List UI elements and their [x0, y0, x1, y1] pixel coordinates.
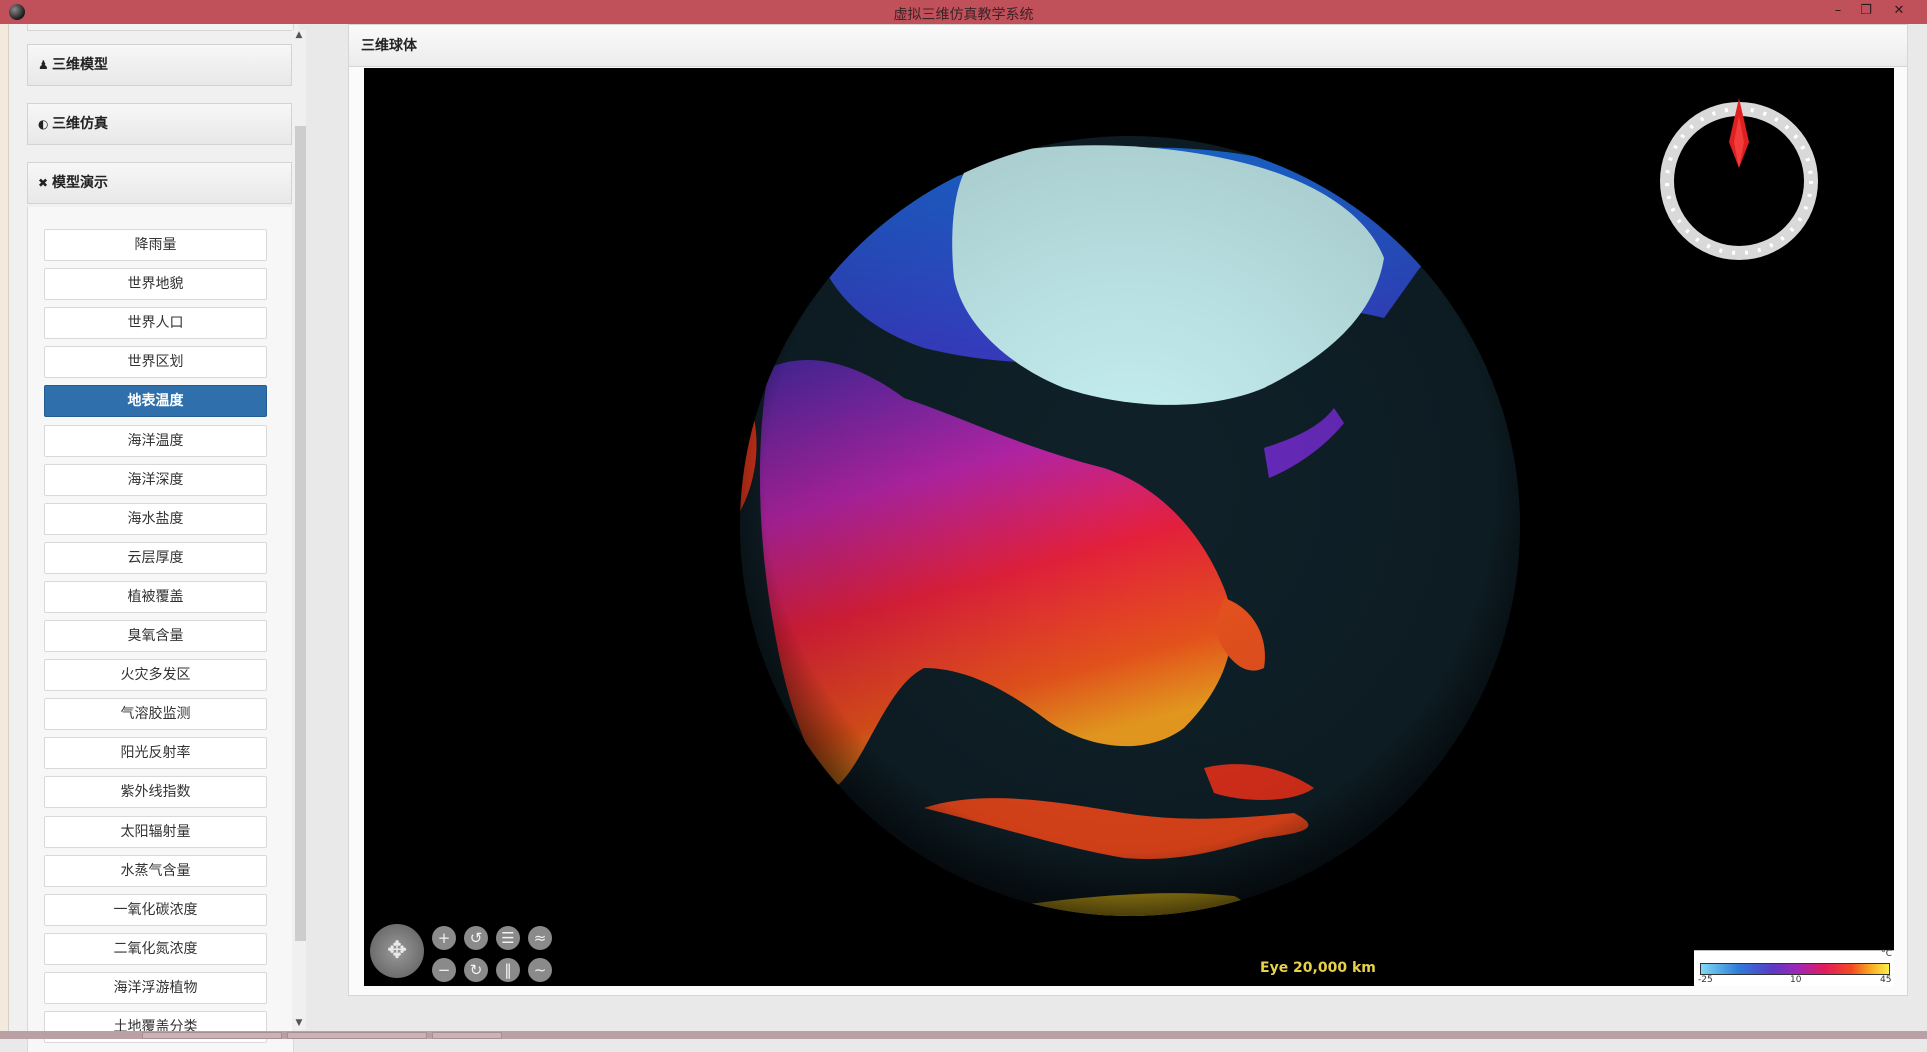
- globe-shading: [740, 136, 1520, 916]
- legend-mid: 10: [1790, 975, 1802, 985]
- window-title: 虚拟三维仿真教学系统: [893, 7, 1034, 23]
- pan-control-icon[interactable]: ✥: [370, 924, 424, 978]
- model-icon: ♟: [38, 58, 49, 72]
- zoom-out-icon[interactable]: −: [432, 958, 456, 982]
- taskbar-item[interactable]: [142, 1032, 282, 1039]
- menu-item[interactable]: 太阳辐射量: [44, 815, 267, 848]
- menu-item[interactable]: 地表温度: [44, 385, 267, 418]
- eye-altitude: Eye 20,000 km: [1260, 960, 1376, 976]
- simulation-icon: ◐: [38, 117, 49, 131]
- menu-item[interactable]: 世界人口: [44, 307, 267, 340]
- menu-item[interactable]: 世界地貌: [44, 268, 267, 301]
- title-bar: 虚拟三维仿真教学系统 – ❐ ✕: [0, 0, 1927, 24]
- sidebar-scrollbar[interactable]: ▲ ▼: [292, 30, 306, 1030]
- zoom-in-icon[interactable]: +: [432, 926, 456, 950]
- menu-item[interactable]: 世界区划: [44, 346, 267, 379]
- panel-3d-simulation[interactable]: ◐ 三维仿真: [27, 103, 292, 145]
- menu-item[interactable]: 一氧化碳浓度: [44, 893, 267, 926]
- menu-item[interactable]: 火灾多发区: [44, 659, 267, 692]
- panel-model-demo[interactable]: ✖ 模型演示: [27, 162, 292, 204]
- temperature-legend: °C -25 10 45: [1694, 949, 1894, 986]
- menu-item[interactable]: 水蒸气含量: [44, 854, 267, 887]
- legend-max: 45: [1880, 975, 1892, 985]
- menu-item[interactable]: 海洋深度: [44, 463, 267, 496]
- menu-item[interactable]: 海水盐度: [44, 502, 267, 535]
- window-left-edge: [0, 24, 9, 1031]
- compass-icon[interactable]: [1654, 96, 1824, 266]
- sidebar: ♟ 三维模型 ◐ 三维仿真 ✖ 模型演示 降雨量世界地貌世界人口世界区划地表温度海洋温…: [9, 24, 306, 1052]
- menu-item[interactable]: 二氧化氮浓度: [44, 932, 267, 965]
- menu-item[interactable]: 臭氧含量: [44, 620, 267, 652]
- scrollbar-thumb[interactable]: [295, 126, 306, 941]
- menu-item[interactable]: 云层厚度: [44, 541, 267, 574]
- reset-tilt-icon[interactable]: ∼: [528, 958, 552, 982]
- menu-item[interactable]: 阳光反射率: [44, 737, 267, 770]
- model-demo-list: 降雨量世界地貌世界人口世界区划地表温度海洋温度海洋深度海水盐度云层厚度植被覆盖臭…: [27, 207, 294, 1052]
- panel-label: 三维模型: [52, 57, 108, 73]
- navigation-controls: ✥ + ↺ ☰ ≈ − ↻ ‖ ∼: [370, 924, 552, 984]
- menu-item[interactable]: 气溶胶监测: [44, 698, 267, 731]
- rotate-left-icon[interactable]: ↺: [464, 926, 488, 950]
- menu-item[interactable]: 紫外线指数: [44, 776, 267, 809]
- pause-icon[interactable]: ‖: [496, 958, 520, 982]
- tools-icon: ✖: [38, 176, 49, 190]
- tilt-icon[interactable]: ≈: [528, 926, 552, 950]
- taskbar: [0, 1031, 1927, 1039]
- rotate-right-icon[interactable]: ↻: [464, 958, 488, 982]
- legend-min: -25: [1698, 975, 1713, 985]
- restore-button[interactable]: ❐: [1853, 2, 1879, 20]
- legend-color-bar: [1700, 963, 1890, 975]
- main-panel-title: 三维球体: [349, 25, 1907, 67]
- minimize-button[interactable]: –: [1825, 2, 1851, 20]
- menu-item[interactable]: 降雨量: [44, 229, 267, 261]
- layers-icon[interactable]: ☰: [496, 926, 520, 950]
- panel-label: 模型演示: [52, 175, 108, 191]
- menu-item[interactable]: 海洋浮游植物: [44, 971, 267, 1004]
- taskbar-item[interactable]: [287, 1032, 427, 1039]
- close-button[interactable]: ✕: [1886, 2, 1912, 20]
- panel-3d-model[interactable]: ♟ 三维模型: [27, 44, 292, 86]
- scroll-down-icon[interactable]: ▼: [294, 1018, 304, 1028]
- sidebar-top-panel: [27, 24, 294, 31]
- globe-viewer[interactable]: ✥ + ↺ ☰ ≈ − ↻ ‖ ∼ Eye 20,000 km °C -25 1…: [364, 68, 1894, 986]
- scroll-up-icon[interactable]: ▲: [294, 30, 304, 40]
- panel-label: 三维仿真: [52, 116, 108, 132]
- taskbar-item[interactable]: [432, 1032, 502, 1039]
- menu-item[interactable]: 植被覆盖: [44, 580, 267, 613]
- menu-item[interactable]: 海洋温度: [44, 424, 267, 457]
- legend-unit: °C: [1881, 949, 1892, 959]
